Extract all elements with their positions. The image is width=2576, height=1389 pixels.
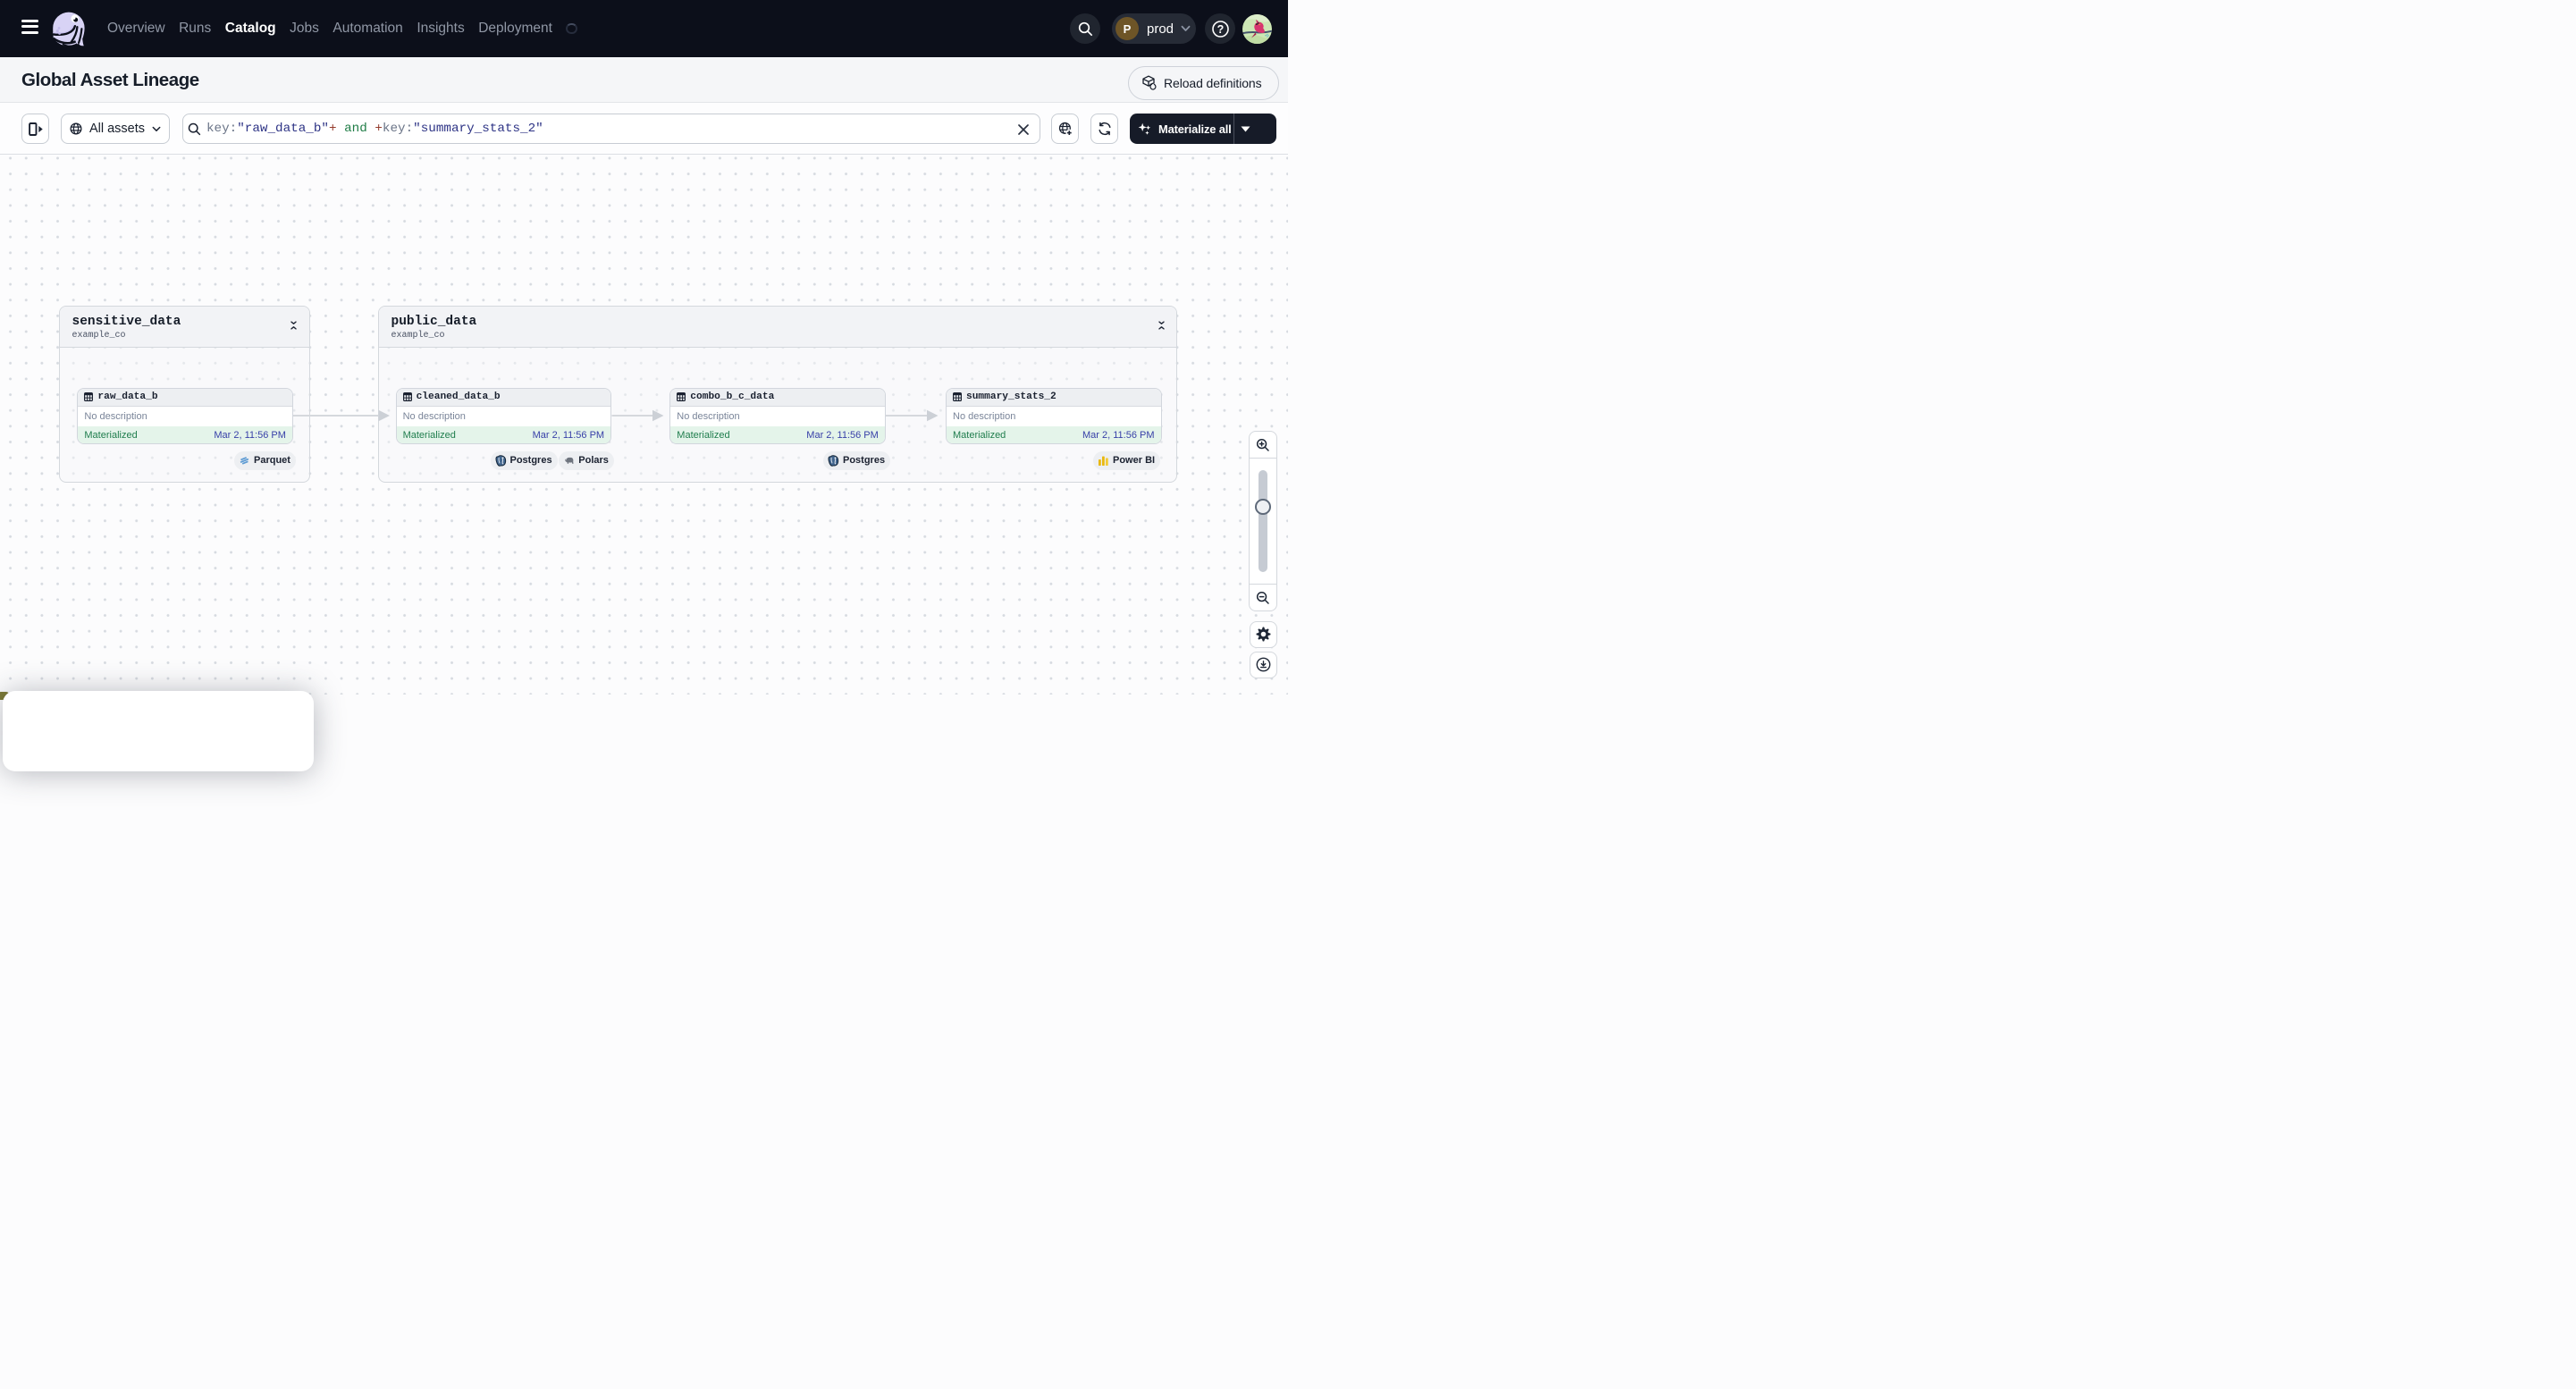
svg-text:?: ?: [1216, 23, 1224, 36]
